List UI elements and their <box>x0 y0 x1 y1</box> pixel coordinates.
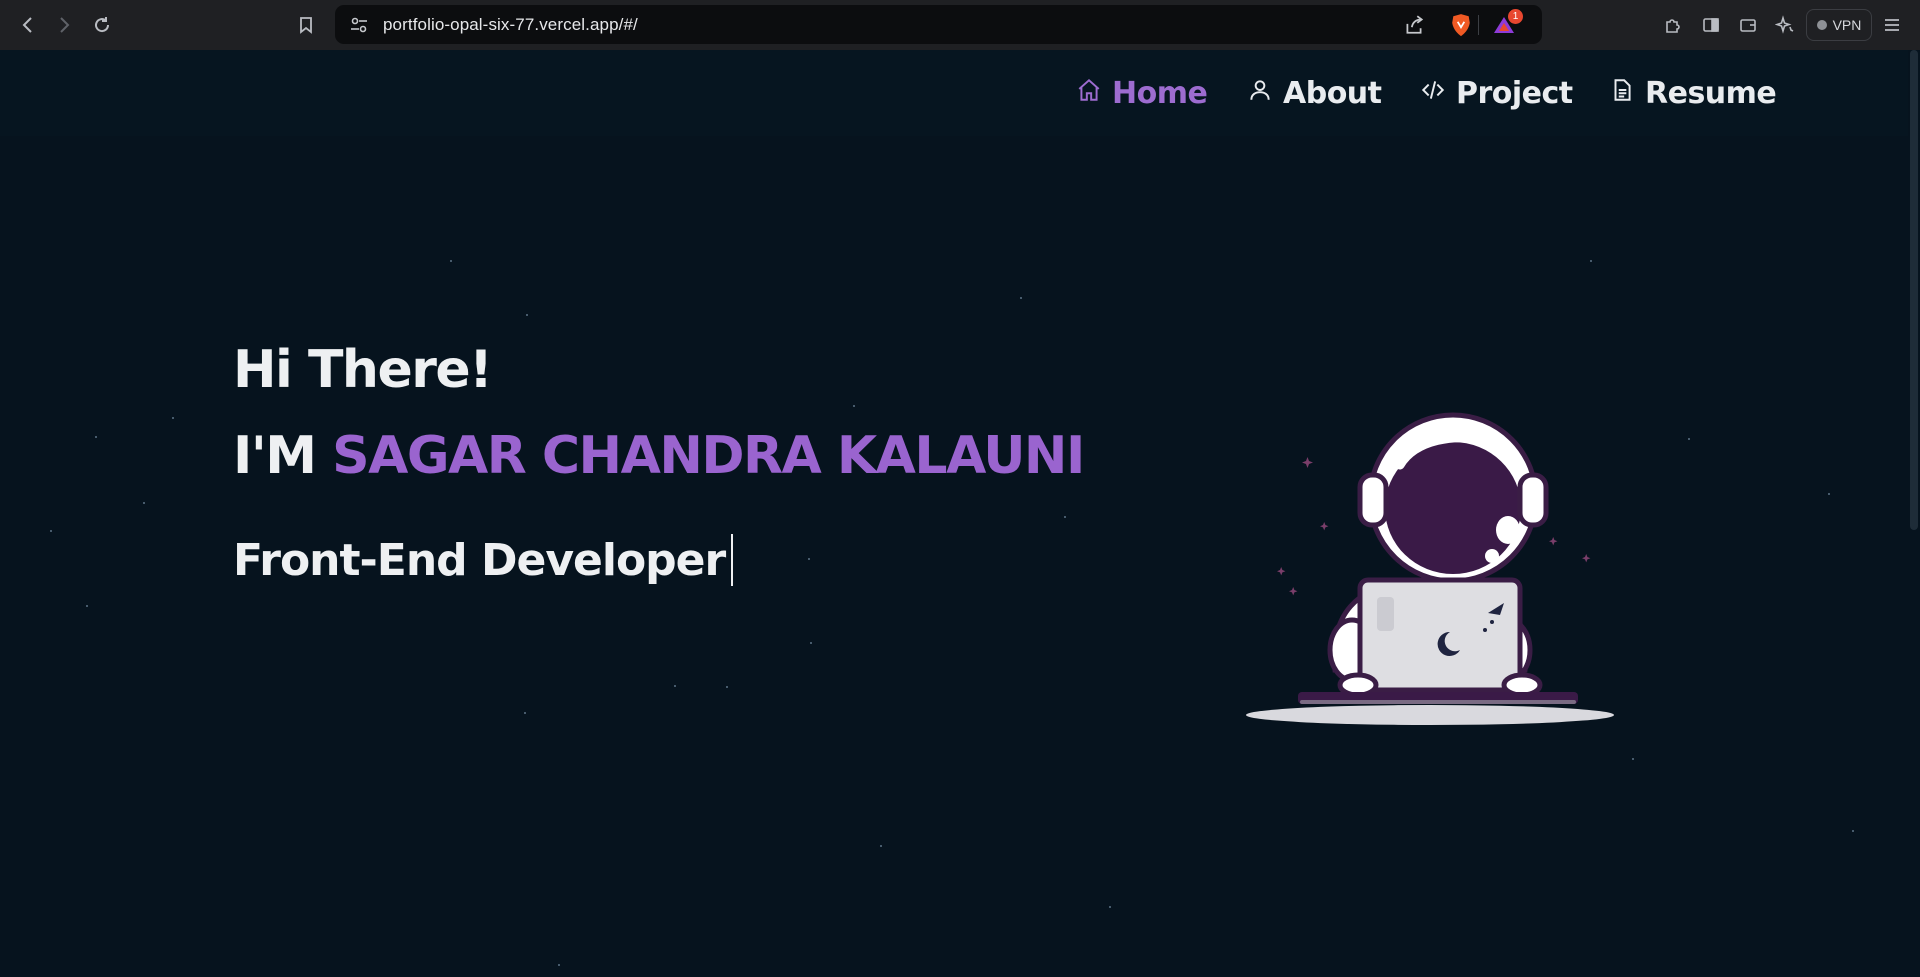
user-icon <box>1247 76 1273 111</box>
url-text: portfolio-opal-six-77.vercel.app/#/ <box>383 15 638 34</box>
vpn-button[interactable]: VPN <box>1806 9 1872 41</box>
nav-label-home: Home <box>1112 75 1208 111</box>
scrollbar-thumb[interactable] <box>1910 50 1918 530</box>
page-scrollbar[interactable] <box>1908 50 1920 977</box>
hero-name: SAGAR CHANDRA KALAUNI <box>332 426 1085 486</box>
notification-badge: 1 <box>1508 9 1523 24</box>
star <box>1064 516 1066 518</box>
star <box>524 712 526 714</box>
vpn-label: VPN <box>1832 17 1862 33</box>
star <box>1688 438 1690 440</box>
astronaut-laptop-illustration <box>1240 380 1620 740</box>
share-icon[interactable] <box>1403 14 1425 36</box>
site-settings-icon[interactable] <box>349 15 369 35</box>
star <box>810 642 812 644</box>
address-bar[interactable]: portfolio-opal-six-77.vercel.app/#/ <box>335 5 1542 44</box>
reload-icon[interactable] <box>88 11 116 39</box>
role-text: Front-End Developer <box>233 534 726 586</box>
hero-intro: I'M SAGAR CHANDRA KALAUNI <box>233 426 1085 486</box>
intro-prefix: I'M <box>233 426 317 486</box>
star <box>526 314 528 316</box>
typewriter-role: Front-End Developer <box>233 534 734 586</box>
site-navbar: Home About Project Resume <box>0 50 1908 136</box>
star <box>86 605 88 607</box>
star <box>674 685 676 687</box>
extensions-icon[interactable] <box>1659 11 1687 39</box>
star <box>1590 260 1592 262</box>
back-icon[interactable] <box>14 11 42 39</box>
bookmark-icon[interactable] <box>292 11 320 39</box>
nav-label-project: Project <box>1456 75 1573 111</box>
star <box>726 686 728 688</box>
divider <box>1478 15 1479 35</box>
nav-label-about: About <box>1283 75 1382 111</box>
star <box>853 405 855 407</box>
hero-greeting: Hi There! <box>233 340 493 400</box>
star <box>558 964 560 966</box>
star <box>143 502 145 504</box>
leo-ai-icon[interactable] <box>1771 11 1799 39</box>
star <box>1109 906 1111 908</box>
nav-item-resume[interactable]: Resume <box>1609 70 1777 116</box>
document-icon <box>1609 76 1635 111</box>
star <box>808 558 810 560</box>
star <box>1828 493 1830 495</box>
star <box>880 845 882 847</box>
brave-shield-icon[interactable] <box>1450 13 1472 37</box>
star <box>50 530 52 532</box>
star <box>1852 830 1854 832</box>
nav-item-home[interactable]: Home <box>1076 70 1208 116</box>
nav-item-about[interactable]: About <box>1247 70 1382 116</box>
nav-label-resume: Resume <box>1645 75 1777 111</box>
browser-toolbar: portfolio-opal-six-77.vercel.app/#/ 1 VP… <box>0 0 1920 50</box>
star <box>1020 297 1022 299</box>
menu-icon[interactable] <box>1878 11 1906 39</box>
star <box>1632 758 1634 760</box>
star <box>95 436 97 438</box>
portfolio-page: Home About Project Resume Hi There! I'M … <box>0 50 1920 977</box>
nav-item-project[interactable]: Project <box>1420 70 1573 116</box>
wallet-icon[interactable] <box>1734 11 1762 39</box>
home-icon <box>1076 76 1102 111</box>
forward-icon[interactable] <box>50 11 78 39</box>
sidebar-icon[interactable] <box>1697 11 1725 39</box>
typing-cursor <box>731 534 734 586</box>
vpn-status-icon <box>1816 20 1827 30</box>
star <box>172 417 174 419</box>
code-icon <box>1420 76 1446 111</box>
star <box>450 260 452 262</box>
